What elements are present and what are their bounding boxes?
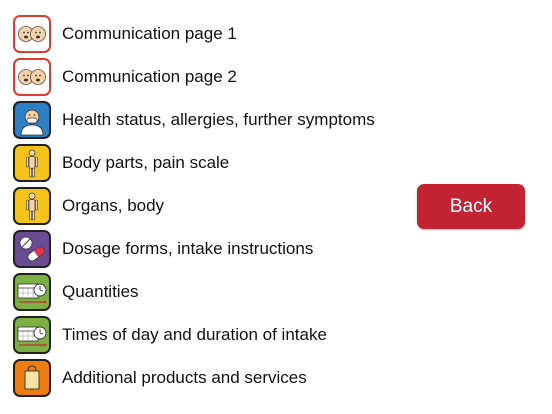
menu-item-additional-products[interactable]: Additional products and services — [13, 357, 393, 399]
menu-item-label: Organs, body — [62, 196, 165, 215]
two-faces-icon — [13, 15, 51, 53]
menu-item-label: Quantities — [62, 282, 139, 301]
menu-item-health-status[interactable]: Health status, allergies, further sympto… — [13, 99, 393, 141]
body-figure-icon — [13, 187, 51, 225]
sick-person-icon — [13, 101, 51, 139]
menu-item-body-parts[interactable]: Body parts, pain scale — [13, 142, 393, 184]
menu-item-label: Dosage forms, intake instructions — [62, 239, 314, 258]
two-faces-icon — [13, 58, 51, 96]
menu-item-label: Body parts, pain scale — [62, 153, 230, 172]
calendar-clock-icon — [13, 316, 51, 354]
back-button[interactable]: Back — [417, 184, 525, 229]
menu-item-label: Additional products and services — [62, 368, 307, 387]
menu-item-label: Times of day and duration of intake — [62, 325, 327, 344]
menu-item-label: Communication page 1 — [62, 24, 237, 43]
menu-item-times-of-day[interactable]: Times of day and duration of intake — [13, 314, 393, 356]
menu-item-dosage-forms[interactable]: Dosage forms, intake instructions — [13, 228, 393, 270]
shopping-bag-icon — [13, 359, 51, 397]
menu-item-organs-body[interactable]: Organs, body — [13, 185, 393, 227]
calendar-clock-icon — [13, 273, 51, 311]
category-menu: Communication page 1 Communication page … — [13, 13, 393, 400]
menu-item-communication-page-1[interactable]: Communication page 1 — [13, 13, 393, 55]
body-figure-icon — [13, 144, 51, 182]
pills-icon — [13, 230, 51, 268]
menu-item-label: Health status, allergies, further sympto… — [62, 110, 375, 129]
menu-item-quantities[interactable]: Quantities — [13, 271, 393, 313]
menu-item-label: Communication page 2 — [62, 67, 237, 86]
menu-item-communication-page-2[interactable]: Communication page 2 — [13, 56, 393, 98]
